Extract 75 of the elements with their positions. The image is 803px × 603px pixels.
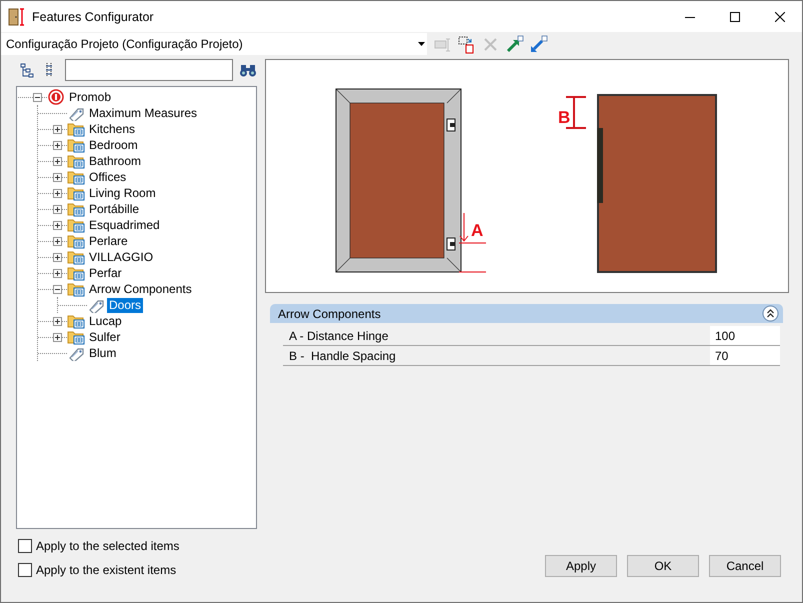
dimension-arrow xyxy=(458,212,486,272)
folder-icon xyxy=(67,265,85,281)
expand-icon[interactable] xyxy=(52,156,62,166)
checkbox-label: Apply to the selected items xyxy=(36,539,180,553)
dimension-label: A xyxy=(471,221,484,240)
tree-item[interactable]: Offices xyxy=(87,170,128,184)
arrow-icon[interactable] xyxy=(505,34,524,54)
arrow-icon[interactable] xyxy=(529,34,548,54)
expand-icon[interactable] xyxy=(52,236,62,246)
expand-icon[interactable] xyxy=(52,188,62,198)
expand-icon[interactable] xyxy=(52,252,62,262)
expand-icon[interactable] xyxy=(52,172,62,182)
tree-item[interactable]: Maximum Measures xyxy=(87,106,200,120)
folder-icon xyxy=(67,185,85,201)
tree-item[interactable]: Sulfer xyxy=(87,330,122,344)
checkbox-label: Apply to the existent items xyxy=(36,563,176,577)
checkbox[interactable] xyxy=(18,563,32,577)
tree-item[interactable]: Bathroom xyxy=(87,154,144,168)
ok-button[interactable]: OK xyxy=(627,555,699,577)
expand-icon[interactable] xyxy=(52,220,62,230)
tree-item[interactable]: Doors xyxy=(107,298,144,312)
group-title: Arrow Components xyxy=(278,306,381,320)
folder-icon xyxy=(67,201,85,217)
logo-icon xyxy=(47,89,65,105)
copy-icon[interactable] xyxy=(457,34,476,54)
close-button[interactable] xyxy=(774,12,784,22)
tree-item[interactable]: Blum xyxy=(87,346,118,360)
maximize-button[interactable] xyxy=(730,12,740,22)
group-header[interactable]: Arrow Components xyxy=(270,304,783,323)
folder-icon xyxy=(67,233,85,249)
tree-item[interactable]: Kitchens xyxy=(87,122,138,136)
configuration-dropdown[interactable]: Configuração Projeto (Configuração Projeto) xyxy=(1,33,427,55)
property-value[interactable]: 100 xyxy=(710,326,780,345)
tree-item[interactable]: Living Room xyxy=(87,186,158,200)
expand-icon[interactable] xyxy=(52,332,62,342)
expand-icon[interactable] xyxy=(52,140,62,150)
window-title: Features Configurator xyxy=(32,10,154,24)
folder-icon xyxy=(67,329,85,345)
tree-item[interactable]: VILLAGGIO xyxy=(87,250,156,264)
dimension-label: B xyxy=(558,108,570,127)
search-icon[interactable] xyxy=(239,62,257,78)
search-field[interactable] xyxy=(65,59,233,81)
expand-icon[interactable] xyxy=(52,268,62,278)
tree-item[interactable]: Esquadrimed xyxy=(87,218,162,232)
tree-item[interactable]: Perlare xyxy=(87,234,130,248)
folder-icon xyxy=(67,121,85,137)
tree-item[interactable]: Perfar xyxy=(87,266,124,280)
cancel-button[interactable]: Cancel xyxy=(709,555,781,577)
app-icon xyxy=(7,6,27,26)
tree-item[interactable]: Promob xyxy=(67,90,114,104)
property-value[interactable]: 70 xyxy=(710,346,780,365)
collapse-icon[interactable] xyxy=(52,284,62,294)
collapse-icon[interactable] xyxy=(762,305,779,322)
folder-icon xyxy=(67,281,85,297)
tree-item[interactable]: Lucap xyxy=(87,314,124,328)
checkbox[interactable] xyxy=(18,539,32,553)
folder-icon xyxy=(67,169,85,185)
expand-icon[interactable] xyxy=(52,124,62,134)
property-name: B - Handle Spacing xyxy=(288,348,397,362)
folder-icon xyxy=(67,217,85,233)
tree-item[interactable]: Arrow Components xyxy=(87,282,194,296)
collapse-icon[interactable] xyxy=(32,92,42,102)
folder-icon xyxy=(67,313,85,329)
expand-icon[interactable] xyxy=(52,316,62,326)
expand-icon[interactable] xyxy=(52,204,62,214)
property-name: A - Distance Hinge xyxy=(288,328,390,342)
dropdown-value: Configuração Projeto (Configuração Projeto) xyxy=(6,37,243,51)
folder-icon xyxy=(67,249,85,265)
tree-item[interactable]: Bedroom xyxy=(87,138,140,152)
caret-icon xyxy=(418,42,425,46)
folder-icon xyxy=(67,137,85,153)
tree-item[interactable]: Portábille xyxy=(87,202,142,216)
folder-icon xyxy=(67,153,85,169)
apply-button[interactable]: Apply xyxy=(545,555,617,577)
expand-all-icon[interactable] xyxy=(19,62,35,78)
